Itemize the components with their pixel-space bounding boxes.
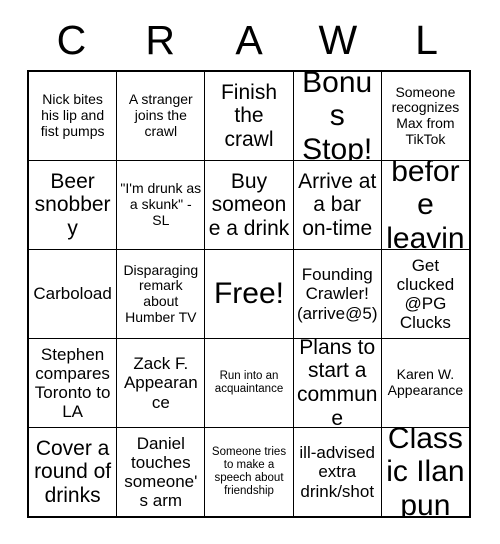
- bingo-cell-r1c4[interactable]: Bonus Stop!: [292, 72, 381, 160]
- bingo-cell-r5c5[interactable]: Classic Ilan pun: [380, 428, 469, 516]
- bingo-cell-r2c2[interactable]: "I'm drunk as a skunk" - SL: [116, 161, 204, 249]
- bingo-cell-label: Finish the crawl: [220, 80, 278, 151]
- bingo-cell-r4c4[interactable]: Plans to start a commune: [292, 339, 381, 427]
- bingo-cell-label: Classic Ilan pun: [386, 428, 465, 516]
- bingo-row-3: Carboload Disparaging remark about Humbe…: [29, 249, 469, 338]
- bingo-cell-label: Get clucked @PG Clucks: [396, 255, 455, 333]
- bingo-cell-r3c4[interactable]: Founding Crawler! (arrive@5): [292, 250, 381, 338]
- bingo-cell-label: Someone tries to make a speech about fri…: [211, 446, 287, 497]
- bingo-cell-label: Zack F. Appearance: [123, 354, 198, 412]
- bingo-cell-r5c1[interactable]: Cover a round of drinks: [29, 428, 116, 516]
- bingo-cell-r1c2[interactable]: A stranger joins the crawl: [116, 72, 204, 160]
- bingo-cell-label: Cover a round of drinks: [34, 436, 112, 507]
- bingo-cell-label: "I'm drunk as a skunk" - SL: [120, 180, 202, 228]
- bingo-card: C R A W L Nick bites his lip and fist pu…: [0, 0, 500, 544]
- bingo-cell-label: Disparaging remark about Humber TV: [123, 261, 199, 325]
- bingo-cell-label: Nick bites his lip and fist pumps: [40, 91, 105, 139]
- bingo-cell-label: ill-advised extra drink/shot: [299, 443, 375, 501]
- bingo-cell-label: Karen W. Appearance: [387, 366, 464, 398]
- bingo-cell-label: Plans to start a commune: [296, 339, 378, 427]
- bingo-row-2: Beer snobbery "I'm drunk as a skunk" - S…: [29, 160, 469, 249]
- bingo-cell-r2c1[interactable]: Beer snobbery: [29, 161, 116, 249]
- bingo-cell-label: Buy someone a drink: [208, 169, 290, 240]
- bingo-cell-r4c2[interactable]: Zack F. Appearance: [116, 339, 204, 427]
- bingo-cell-free-space[interactable]: Free!: [204, 250, 292, 338]
- bingo-cell-label: Arrive at a bar on-time: [298, 169, 377, 240]
- bingo-header-letter-a: A: [235, 16, 263, 63]
- bingo-cell-label: Chug before leaving: [386, 161, 465, 249]
- bingo-cell-label: A stranger joins the crawl: [128, 91, 193, 139]
- bingo-cell-label: Beer snobbery: [34, 169, 111, 240]
- bingo-cell-r5c3[interactable]: Someone tries to make a speech about fri…: [204, 428, 292, 516]
- bingo-header-letter-r: R: [145, 16, 175, 63]
- bingo-cell-r5c4[interactable]: ill-advised extra drink/shot: [292, 428, 381, 516]
- bingo-grid: Nick bites his lip and fist pumps A stra…: [27, 70, 471, 518]
- bingo-header-letter-c: C: [56, 16, 87, 63]
- bingo-cell-r3c1[interactable]: Carboload: [29, 250, 116, 338]
- bingo-cell-r3c2[interactable]: Disparaging remark about Humber TV: [116, 250, 204, 338]
- bingo-free-space-label: Free!: [213, 277, 285, 311]
- bingo-row-5: Cover a round of drinks Daniel touches s…: [29, 427, 469, 516]
- bingo-cell-r3c5[interactable]: Get clucked @PG Clucks: [380, 250, 469, 338]
- bingo-cell-label: Someone recognizes Max from TikTok: [391, 83, 460, 147]
- bingo-cell-r1c5[interactable]: Someone recognizes Max from TikTok: [380, 72, 469, 160]
- bingo-cell-label: Carboload: [33, 284, 112, 304]
- bingo-cell-r2c3[interactable]: Buy someone a drink: [204, 161, 292, 249]
- bingo-header-letter-l: L: [415, 16, 438, 63]
- bingo-cell-r2c5[interactable]: Chug before leaving: [380, 161, 469, 249]
- bingo-cell-label: Founding Crawler! (arrive@5): [296, 265, 378, 323]
- bingo-cell-label: Run into an acquaintance: [214, 370, 284, 395]
- bingo-cell-r1c1[interactable]: Nick bites his lip and fist pumps: [29, 72, 116, 160]
- bingo-cell-label: Daniel touches someone's arm: [124, 433, 198, 511]
- bingo-header-row: C R A W L: [27, 10, 471, 70]
- bingo-cell-r4c1[interactable]: Stephen compares Toronto to LA: [29, 339, 116, 427]
- bingo-cell-r4c5[interactable]: Karen W. Appearance: [380, 339, 469, 427]
- bingo-cell-r2c4[interactable]: Arrive at a bar on-time: [292, 161, 381, 249]
- bingo-cell-r5c2[interactable]: Daniel touches someone's arm: [116, 428, 204, 516]
- bingo-row-1: Nick bites his lip and fist pumps A stra…: [29, 72, 469, 160]
- bingo-row-4: Stephen compares Toronto to LA Zack F. A…: [29, 338, 469, 427]
- bingo-cell-r4c3[interactable]: Run into an acquaintance: [204, 339, 292, 427]
- bingo-header-letter-w: W: [318, 16, 358, 63]
- bingo-cell-r1c3[interactable]: Finish the crawl: [204, 72, 292, 160]
- bingo-cell-label: Stephen compares Toronto to LA: [34, 344, 111, 422]
- bingo-cell-label: Bonus Stop!: [302, 72, 373, 160]
